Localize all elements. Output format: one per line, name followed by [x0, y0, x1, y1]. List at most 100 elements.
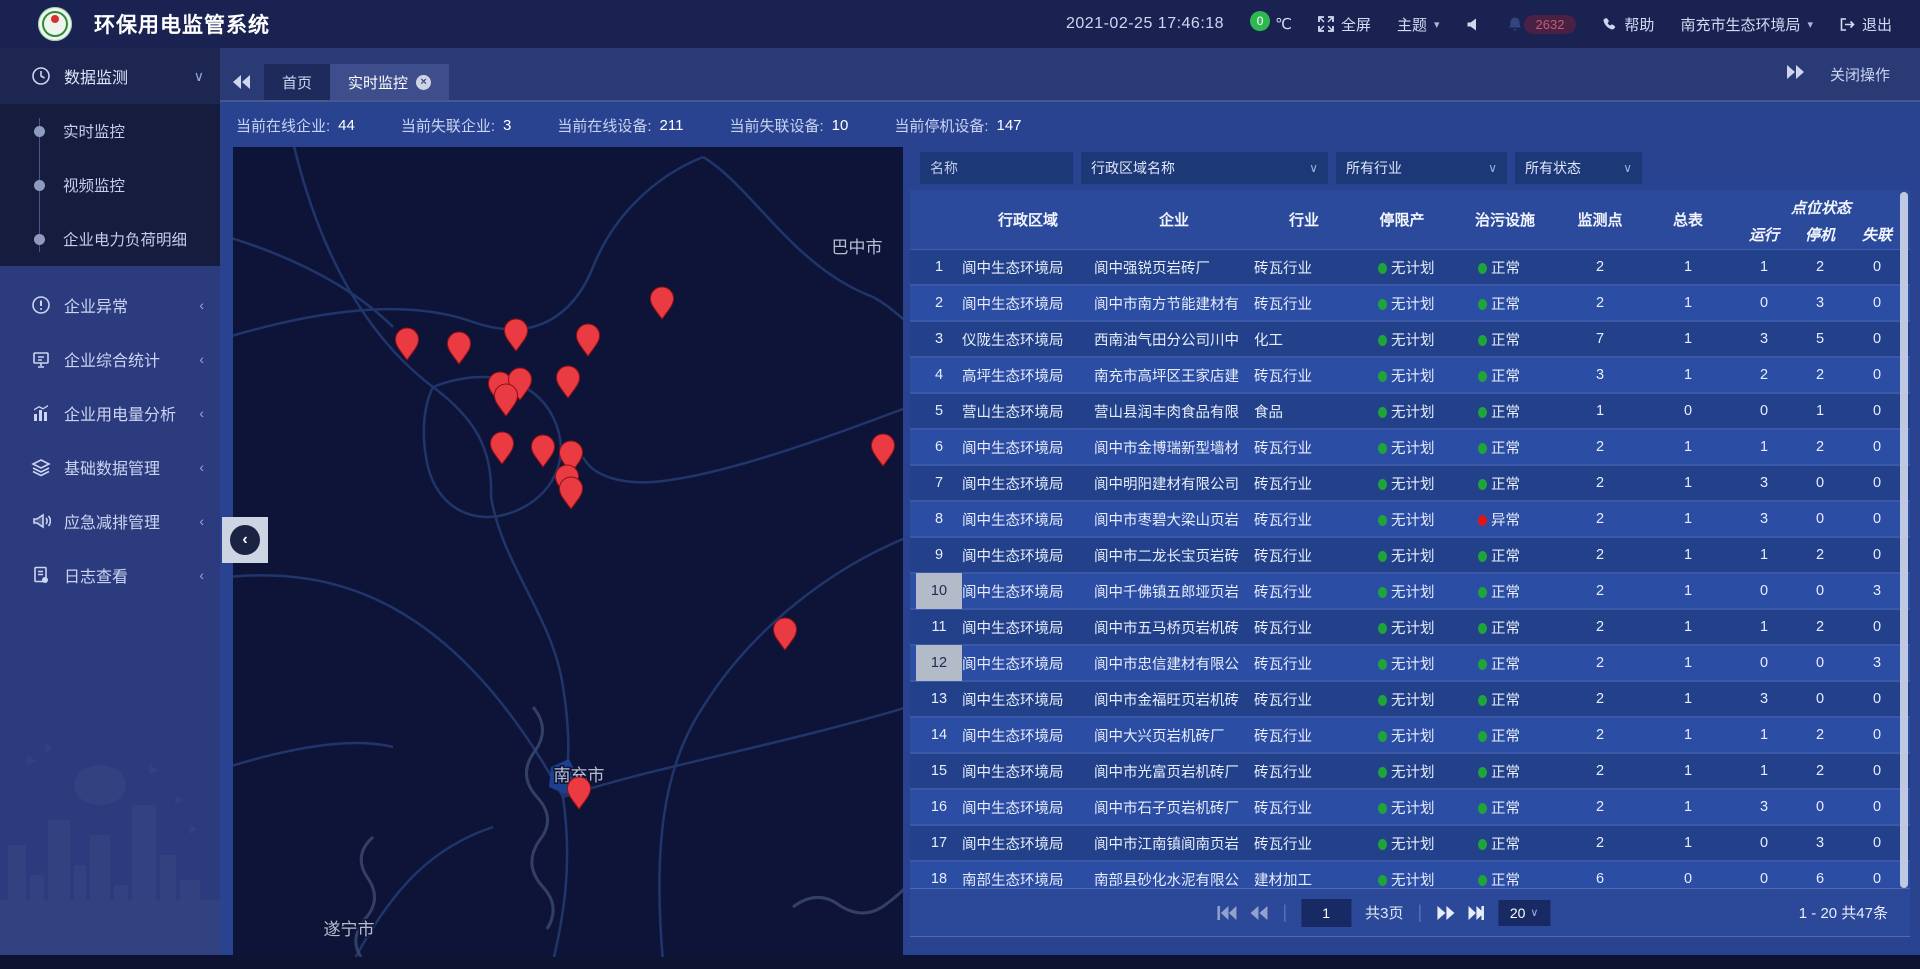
cell-limit-status: 无计划	[1354, 257, 1450, 278]
cell-industry: 砖瓦行业	[1254, 293, 1354, 314]
cell-facility-status: 正常	[1450, 365, 1560, 386]
org-menu[interactable]: 南充市生态环境局 ▾	[1680, 14, 1813, 35]
cell-industry: 建材加工	[1254, 869, 1354, 889]
sidebar-item-6[interactable]: 日志查看‹	[0, 548, 220, 602]
first-page-button[interactable]	[1216, 906, 1236, 920]
status-dot-icon	[1378, 515, 1387, 526]
status-dot-icon	[1378, 263, 1387, 274]
skyline-decoration	[0, 725, 220, 955]
cell-lost: 0	[1848, 619, 1906, 635]
cell-stop: 2	[1792, 259, 1848, 275]
main-area: 首页 实时监控 × 关闭操作 当前在线企业:44当前失联企业:3当前在线设备:2…	[220, 48, 1920, 955]
table-scrollbar[interactable]	[1900, 192, 1908, 888]
theme-menu[interactable]: 主题 ▾	[1397, 14, 1440, 35]
page-number-input[interactable]	[1301, 899, 1351, 927]
table-row[interactable]: 3仪陇生态环境局西南油气田分公司川中化工无计划正常71350	[910, 322, 1910, 358]
table-row[interactable]: 14阆中生态环境局阆中大兴页岩机砖厂砖瓦行业无计划正常21120	[910, 718, 1910, 754]
divider: |	[1282, 902, 1287, 923]
mute-button[interactable]	[1466, 17, 1481, 32]
table-row[interactable]: 5营山生态环境局营山县润丰肉食品有限食品无计划正常10010	[910, 394, 1910, 430]
row-number: 16	[916, 789, 962, 825]
cell-run: 1	[1736, 727, 1792, 743]
table-row[interactable]: 2阆中生态环境局阆中市南方节能建材有砖瓦行业无计划正常21030	[910, 286, 1910, 322]
sidebar-subitem-2[interactable]: 企业电力负荷明细	[0, 212, 220, 266]
notifications-button[interactable]: 2632	[1507, 15, 1577, 34]
row-number: 13	[916, 681, 962, 717]
table-row[interactable]: 8阆中生态环境局阆中市枣碧大梁山页岩砖瓦行业无计划异常21300	[910, 502, 1910, 538]
tabs-scroll-right-button[interactable]	[1786, 65, 1804, 83]
table-row[interactable]: 6阆中生态环境局阆中市金博瑞新型墙材砖瓦行业无计划正常21120	[910, 430, 1910, 466]
cell-company: 阆中市石子页岩机砖厂	[1094, 797, 1254, 818]
logout-button[interactable]: 退出	[1839, 14, 1892, 35]
last-page-button[interactable]	[1468, 906, 1484, 920]
name-search-input[interactable]	[920, 152, 1073, 184]
sidebar-collapse-button[interactable]: ‹	[222, 517, 268, 563]
cell-stop: 2	[1792, 547, 1848, 563]
tab-realtime-monitor[interactable]: 实时监控 ×	[330, 64, 449, 100]
industry-select[interactable]: 所有行业 ∨	[1336, 152, 1507, 184]
status-dot-icon	[1378, 767, 1387, 778]
tabs-scroll-left-button[interactable]	[220, 64, 264, 100]
fullscreen-icon	[1318, 16, 1334, 32]
table-row[interactable]: 7阆中生态环境局阆中明阳建材有限公司砖瓦行业无计划正常21300	[910, 466, 1910, 502]
sidebar-item-5[interactable]: 应急减排管理‹	[0, 494, 220, 548]
cell-run: 3	[1736, 799, 1792, 815]
close-operations-button[interactable]: 关闭操作	[1830, 64, 1890, 85]
table-row[interactable]: 16阆中生态环境局阆中市石子页岩机砖厂砖瓦行业无计划正常21300	[910, 790, 1910, 826]
sidebar: 数据监测∨实时监控视频监控企业电力负荷明细企业异常‹企业综合统计‹企业用电量分析…	[0, 48, 220, 955]
cell-industry: 砖瓦行业	[1254, 473, 1354, 494]
cell-run: 3	[1736, 691, 1792, 707]
logout-icon	[1839, 17, 1855, 32]
table-row[interactable]: 10阆中生态环境局阆中千佛镇五郎垭页岩砖瓦行业无计划正常21003	[910, 574, 1910, 610]
cell-industry: 砖瓦行业	[1254, 653, 1354, 674]
map-panel[interactable]: 巴中市 南充市 遂宁市	[233, 147, 903, 957]
tab-close-icon[interactable]: ×	[416, 75, 431, 90]
sidebar-subitem-1[interactable]: 视频监控	[0, 158, 220, 212]
cell-company: 阆中市金福旺页岩机砖	[1094, 689, 1254, 710]
cell-meters: 1	[1640, 547, 1736, 563]
sidebar-subitem-0[interactable]: 实时监控	[0, 104, 220, 158]
table-row[interactable]: 11阆中生态环境局阆中市五马桥页岩机砖砖瓦行业无计划正常21120	[910, 610, 1910, 646]
table-row[interactable]: 4高坪生态环境局南充市高坪区王家店建砖瓦行业无计划正常31220	[910, 358, 1910, 394]
pagination-bar: | 共3页 | 20 ∨	[910, 888, 1910, 937]
status-dot-icon	[1478, 875, 1487, 886]
page-size-select[interactable]: 20 ∨	[1498, 900, 1550, 926]
table-row[interactable]: 17阆中生态环境局阆中市江南镇阆南页岩砖瓦行业无计划正常21030	[910, 826, 1910, 862]
table-row[interactable]: 12阆中生态环境局阆中市忠信建材有限公砖瓦行业无计划正常21003	[910, 646, 1910, 682]
cell-run: 0	[1736, 583, 1792, 599]
table-row[interactable]: 18南部生态环境局南部县砂化水泥有限公建材加工无计划正常60060	[910, 862, 1910, 888]
sidebar-item-3[interactable]: 企业用电量分析‹	[0, 386, 220, 440]
status-dot-icon	[1378, 695, 1387, 706]
row-number: 14	[916, 717, 962, 753]
table-row[interactable]: 1阆中生态环境局阆中强锐页岩砖厂砖瓦行业无计划正常21120	[910, 250, 1910, 286]
cell-stop: 0	[1792, 655, 1848, 671]
prev-page-button[interactable]	[1250, 906, 1268, 920]
table-row[interactable]: 13阆中生态环境局阆中市金福旺页岩机砖砖瓦行业无计划正常21300	[910, 682, 1910, 718]
status-select[interactable]: 所有状态 ∨	[1515, 152, 1642, 184]
row-number: 2	[916, 285, 962, 321]
table-row[interactable]: 15阆中生态环境局阆中市光富页岩机砖厂砖瓦行业无计划正常21120	[910, 754, 1910, 790]
help-button[interactable]: 帮助	[1602, 14, 1654, 35]
cell-points: 2	[1560, 547, 1640, 563]
chevron-left-icon: ‹	[199, 297, 204, 313]
tab-home[interactable]: 首页	[264, 64, 330, 100]
sidebar-item-4[interactable]: 基础数据管理‹	[0, 440, 220, 494]
cell-run: 3	[1736, 511, 1792, 527]
table-row[interactable]: 9阆中生态环境局阆中市二龙长宝页岩砖砖瓦行业无计划正常21120	[910, 538, 1910, 574]
region-select[interactable]: 行政区域名称 ∨	[1081, 152, 1328, 184]
temperature-indicator: 0 ℃	[1250, 15, 1292, 33]
cell-company: 营山县润丰肉食品有限	[1094, 401, 1254, 422]
cell-points: 2	[1560, 655, 1640, 671]
sidebar-item-2[interactable]: 企业综合统计‹	[0, 332, 220, 386]
cell-points: 3	[1560, 367, 1640, 383]
sidebar-item-0[interactable]: 数据监测∨	[0, 48, 220, 104]
cell-region: 阆中生态环境局	[962, 797, 1094, 818]
cell-region: 仪陇生态环境局	[962, 329, 1094, 350]
sidebar-item-1[interactable]: 企业异常‹	[0, 278, 220, 332]
cell-lost: 0	[1848, 871, 1906, 887]
next-page-button[interactable]	[1436, 906, 1454, 920]
cell-facility-status: 正常	[1450, 437, 1560, 458]
cell-region: 高坪生态环境局	[962, 365, 1094, 386]
fullscreen-button[interactable]: 全屏	[1318, 14, 1371, 35]
row-number: 5	[916, 393, 962, 429]
